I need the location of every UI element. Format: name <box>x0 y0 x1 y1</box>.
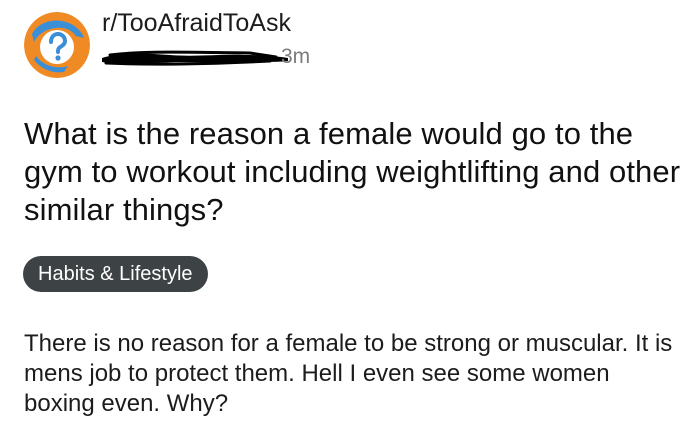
subreddit-avatar-icon[interactable] <box>24 12 90 78</box>
post-meta: 3m <box>100 44 330 72</box>
reddit-post: r/TooAfraidToAsk 3m What is the reason a… <box>0 0 700 443</box>
post-timestamp: 3m <box>281 45 311 68</box>
post-body-text: There is no reason for a female to be st… <box>24 330 673 417</box>
redacted-username <box>100 49 290 66</box>
subreddit-name-link[interactable]: r/TooAfraidToAsk <box>102 8 291 38</box>
post-flair-badge[interactable]: Habits & Lifestyle <box>23 256 208 292</box>
post-title[interactable]: What is the reason a female would go to … <box>24 115 684 229</box>
